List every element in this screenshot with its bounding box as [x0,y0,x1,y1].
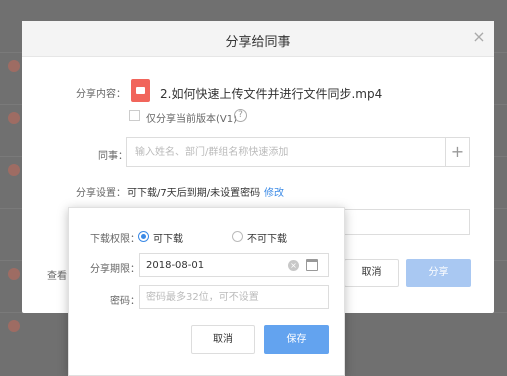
password-label: 密码： [110,296,140,307]
clear-icon[interactable]: × [288,260,299,271]
background-file-icon [8,320,20,332]
share-settings-popup: 下载权限： 可下载 不可下载 分享期限： × 密码： 取消 保存 [68,207,345,376]
share-content-label: 分享内容： [76,89,126,100]
download-permission-label: 下载权限： [90,234,140,245]
expiry-date-input[interactable] [139,253,329,277]
save-button[interactable]: 保存 [264,325,329,354]
modify-settings-link[interactable]: 修改 [264,184,284,199]
background-file-icon [8,164,20,176]
share-button[interactable]: 分享 [406,259,471,287]
coworker-label: 同事： [98,151,128,162]
message-input[interactable] [344,209,470,235]
share-settings-label: 分享设置： [76,188,126,199]
radio-not-downloadable-label[interactable]: 不可下载 [247,230,287,245]
view-label: 查看 [47,271,67,282]
background-file-icon [8,112,20,124]
share-current-version-label: 仅分享当前版本(V1) [146,114,238,125]
popup-cancel-button[interactable]: 取消 [191,325,255,354]
file-name: 2.如何快速上传文件并进行文件同步.mp4 [160,87,383,101]
cancel-button[interactable]: 取消 [344,259,399,287]
plus-icon: + [450,142,465,161]
share-settings-value: 可下载/7天后到期/未设置密码 [127,188,261,199]
expiry-label: 分享期限： [90,264,140,275]
radio-downloadable[interactable] [138,231,149,242]
close-icon[interactable]: × [472,29,486,45]
password-input[interactable] [139,285,329,309]
dialog-title: 分享给同事 [225,35,291,50]
add-coworker-button[interactable]: + [446,137,470,167]
question-mark-icon[interactable]: ? [234,109,247,122]
coworker-search-input[interactable] [126,137,446,167]
radio-not-downloadable[interactable] [232,231,243,242]
dialog-header: 分享给同事 × [22,21,494,57]
radio-downloadable-label[interactable]: 可下载 [153,230,183,245]
video-file-icon [131,79,150,102]
calendar-icon[interactable] [306,259,318,271]
background-file-icon [8,60,20,72]
background-file-icon [8,268,20,280]
share-current-version-checkbox[interactable] [129,110,140,121]
